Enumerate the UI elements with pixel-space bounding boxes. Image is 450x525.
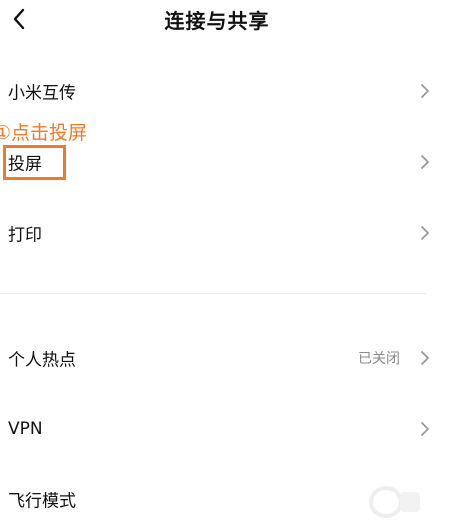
settings-item-label: 打印: [8, 225, 42, 246]
top-bar: 连接与共享: [0, 0, 450, 40]
settings-item-mi-share[interactable]: 小米互传: [0, 68, 450, 114]
settings-item-label: VPN: [8, 419, 43, 439]
section-divider: [0, 293, 426, 294]
page-title: 连接与共享: [164, 9, 270, 33]
chevron-right-icon: [421, 155, 429, 169]
settings-item-label: 个人热点: [8, 350, 76, 371]
settings-item-print[interactable]: 打印: [0, 210, 450, 256]
settings-item-hotspot[interactable]: 个人热点 已关闭: [0, 335, 450, 381]
annotation-highlight-box: [3, 145, 66, 180]
watermark-logo-icon: [369, 486, 420, 518]
settings-item-label: 飞行模式: [8, 491, 76, 512]
settings-item-vpn[interactable]: VPN: [0, 406, 450, 452]
chevron-right-icon: [421, 351, 429, 365]
chevron-right-icon: [421, 84, 429, 98]
settings-item-screen-cast[interactable]: 投屏: [0, 139, 450, 185]
settings-item-label: 小米互传: [8, 83, 76, 104]
chevron-right-icon: [421, 422, 429, 436]
chevron-right-icon: [421, 226, 429, 240]
hotspot-status: 已关闭: [358, 351, 400, 367]
